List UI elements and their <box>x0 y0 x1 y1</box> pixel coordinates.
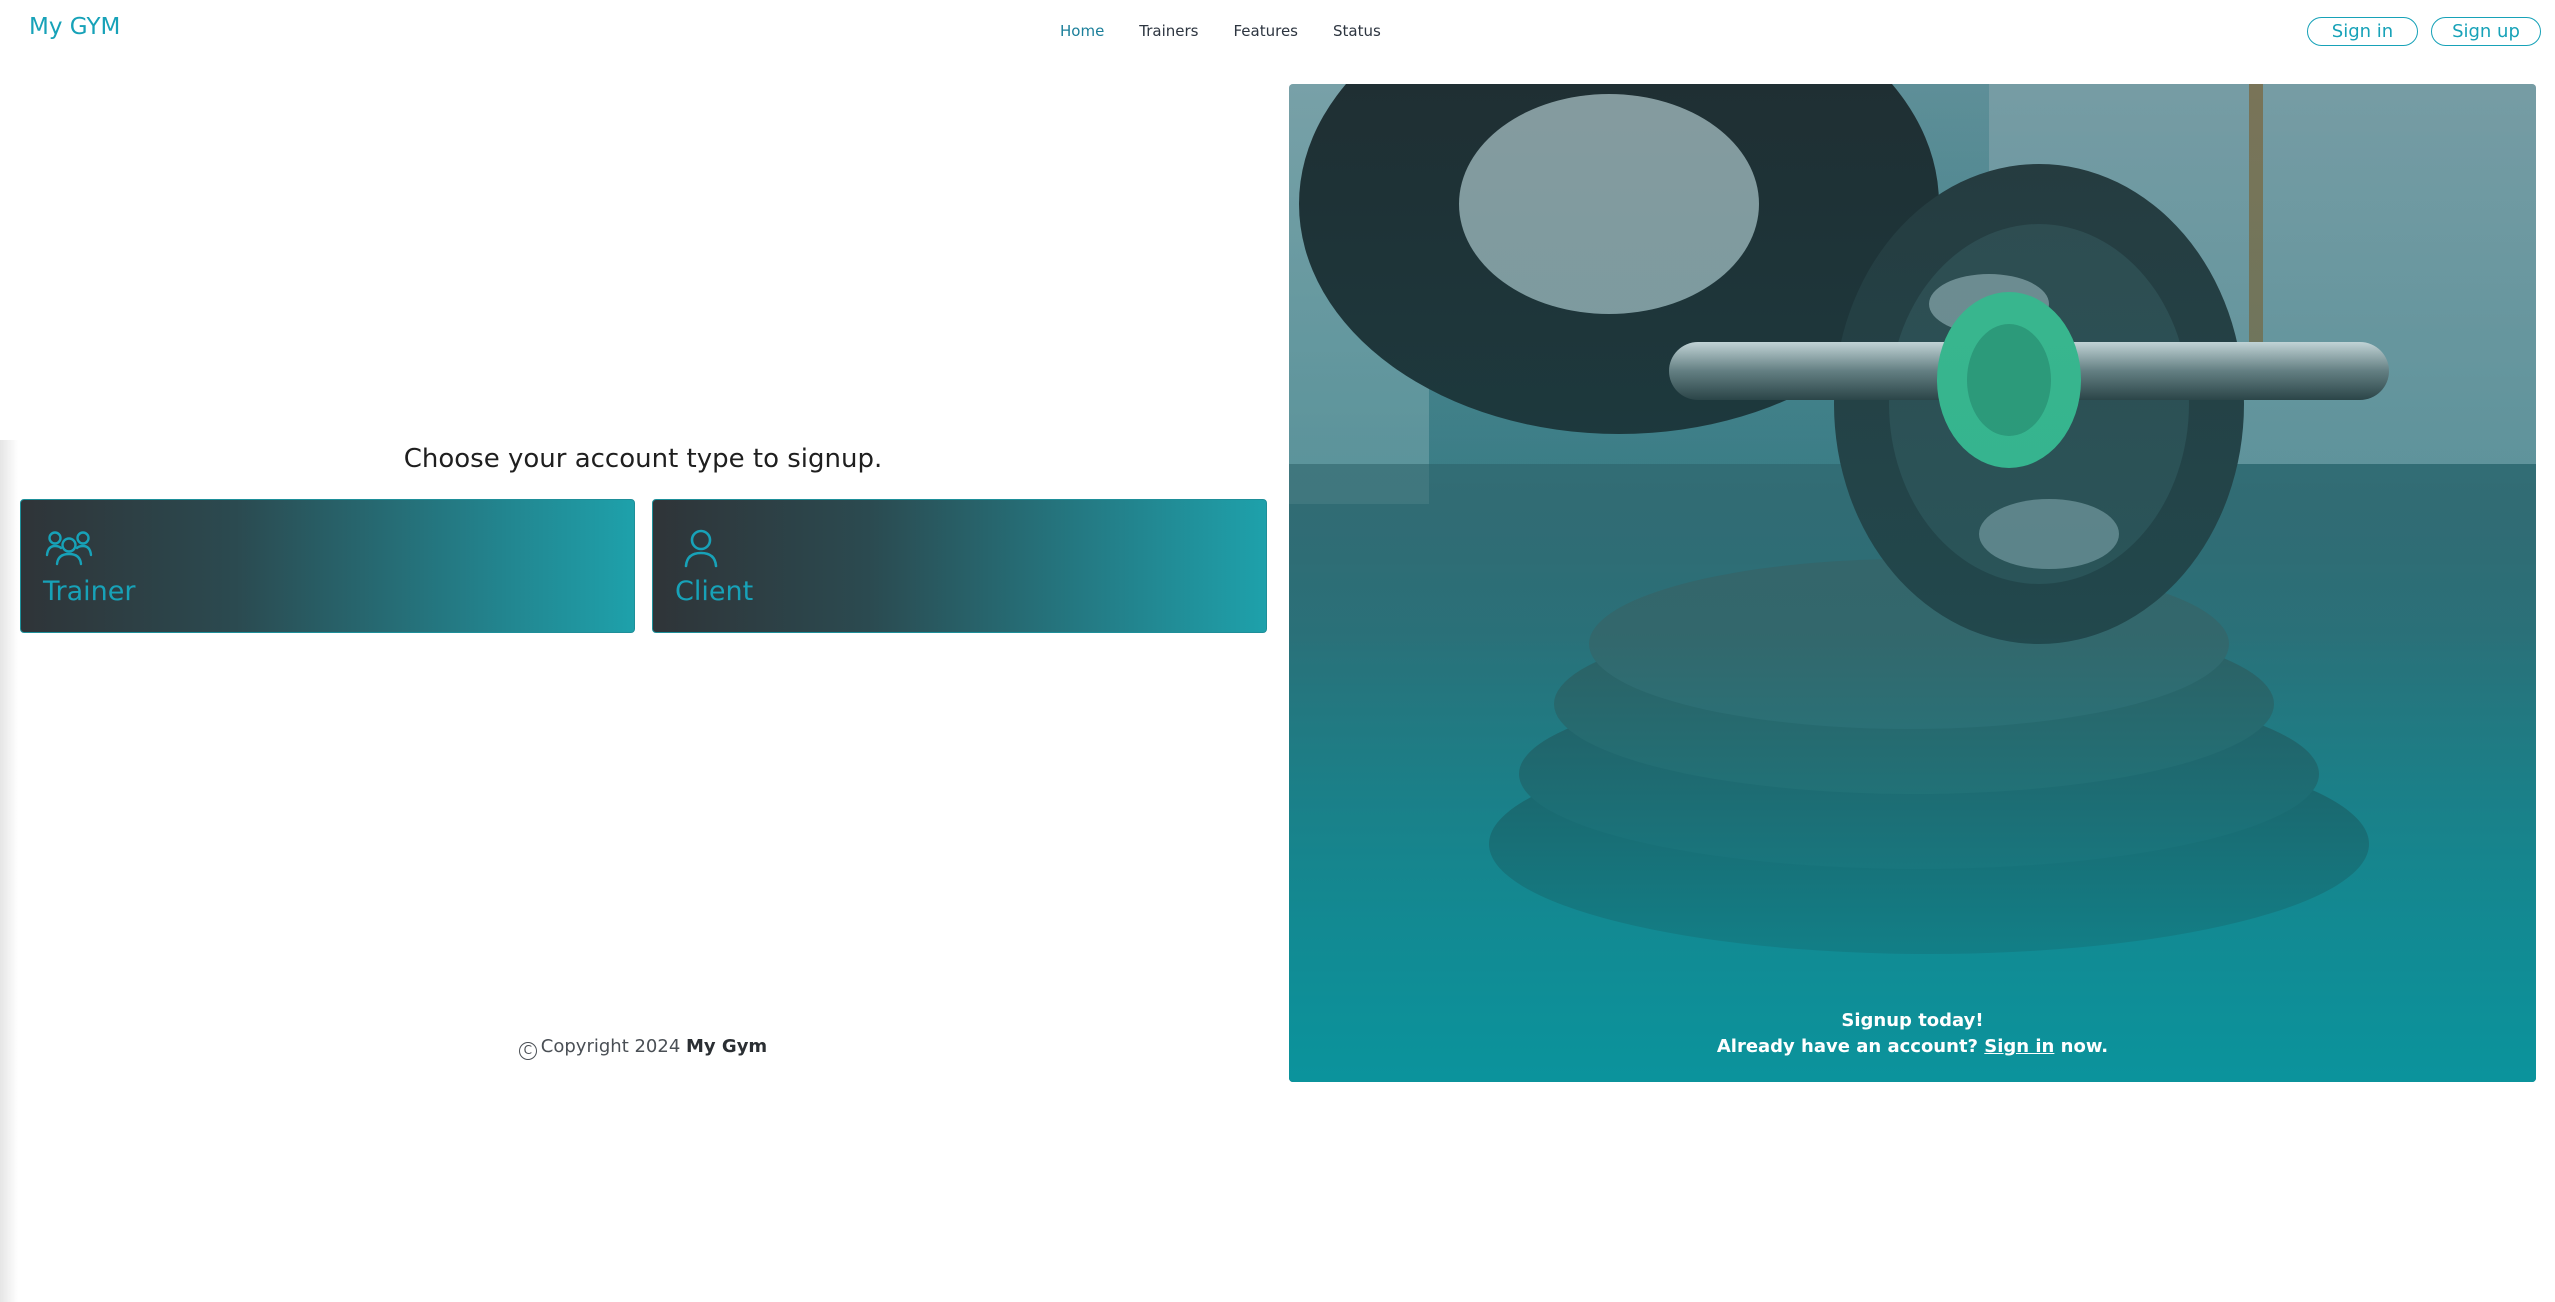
brand-logo[interactable]: My GYM <box>29 14 120 40</box>
footer: C Copyright 2024 My Gym <box>0 1036 1286 1060</box>
hero-sign-in-link[interactable]: Sign in <box>1984 1036 2054 1057</box>
copyright-icon: C <box>518 1042 537 1060</box>
hero-subtext: Already have an account? Sign in now. <box>1289 1034 2536 1060</box>
sign-in-button[interactable]: Sign in <box>2307 17 2418 46</box>
nav-link-status[interactable]: Status <box>1333 20 1381 42</box>
auth-buttons: Sign in Sign up <box>2307 17 2541 46</box>
hero-subtext-prefix: Already have an account? <box>1716 1036 1978 1057</box>
copyright-text: Copyright 2024 <box>540 1036 681 1057</box>
gym-weights-illustration <box>1289 84 2536 1082</box>
client-card[interactable]: Client <box>652 499 1267 633</box>
user-icon <box>683 528 719 572</box>
users-icon <box>45 528 93 570</box>
navbar: My GYM Home Trainers Features Status Sig… <box>0 0 2555 62</box>
nav-link-features[interactable]: Features <box>1234 20 1299 42</box>
hero-caption: Signup today! Already have an account? S… <box>1289 1008 2536 1060</box>
client-card-label: Client <box>675 576 754 607</box>
sign-up-button[interactable]: Sign up <box>2431 17 2541 46</box>
hero-subtext-suffix: now. <box>2060 1036 2109 1057</box>
page-edge-shadow <box>0 440 18 1302</box>
trainer-card[interactable]: Trainer <box>20 499 635 633</box>
hero-headline: Signup today! <box>1841 1010 1984 1031</box>
trainer-card-label: Trainer <box>43 576 136 607</box>
nav-link-trainers[interactable]: Trainers <box>1139 20 1198 42</box>
nav-links: Home Trainers Features Status <box>1060 20 1416 42</box>
hero-image: Signup today! Already have an account? S… <box>1289 84 2536 1082</box>
account-type-prompt: Choose your account type to signup. <box>403 444 883 474</box>
company-name: My Gym <box>686 1036 768 1057</box>
nav-link-home[interactable]: Home <box>1060 20 1104 42</box>
